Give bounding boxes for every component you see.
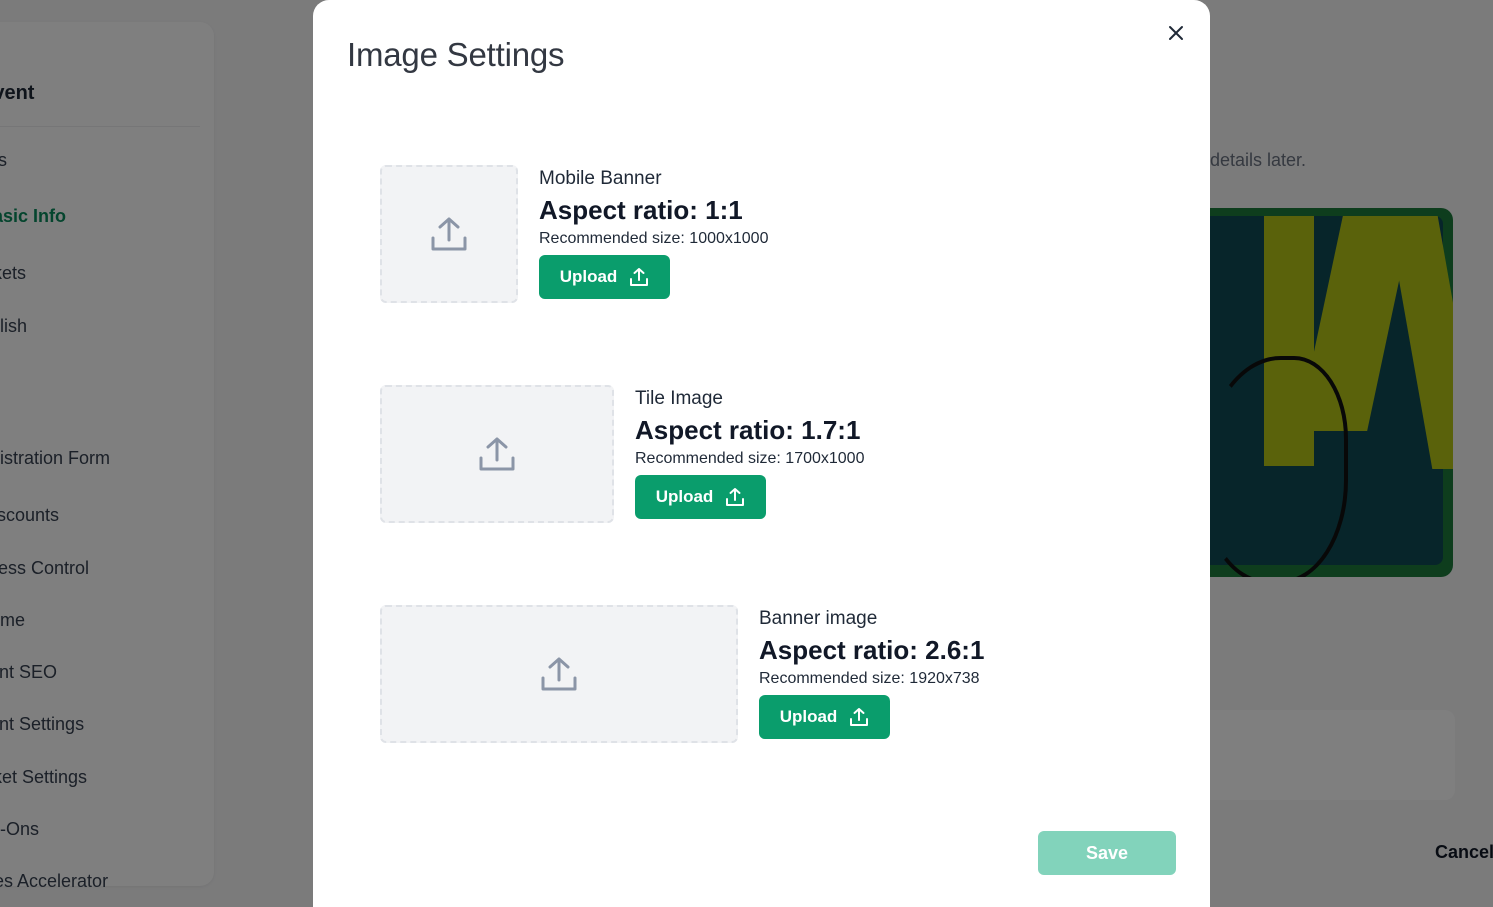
recommended-size: Recommended size: 1700x1000 xyxy=(635,450,865,467)
section-label: Tile Image xyxy=(635,388,723,409)
upload-icon xyxy=(630,268,649,286)
banner-image-dropzone[interactable] xyxy=(380,605,738,743)
section-label: Mobile Banner xyxy=(539,168,662,189)
mobile-banner-info: Mobile Banner Aspect ratio: 1:1 Recommen… xyxy=(539,168,768,299)
recommended-size: Recommended size: 1000x1000 xyxy=(539,230,769,247)
modal-title: Image Settings xyxy=(347,36,565,73)
upload-button-label: Upload xyxy=(779,707,838,726)
close-icon xyxy=(1169,26,1183,40)
upload-icon xyxy=(431,217,467,251)
upload-button-label: Upload xyxy=(655,487,714,506)
recommended-size: Recommended size: 1920x738 xyxy=(759,670,980,687)
tile-image-dropzone[interactable] xyxy=(380,385,614,523)
image-settings-modal: Image Settings Mobile Banner Aspect rati… xyxy=(313,0,1210,907)
close-button[interactable] xyxy=(1163,20,1189,46)
upload-icon xyxy=(541,657,577,691)
upload-icon xyxy=(479,437,515,471)
mobile-banner-dropzone[interactable] xyxy=(380,165,518,303)
aspect-ratio: Aspect ratio: 1.7:1 xyxy=(635,415,861,445)
banner-image-upload-button[interactable]: Upload xyxy=(759,695,890,739)
banner-image-info: Banner image Aspect ratio: 2.6:1 Recomme… xyxy=(759,608,984,739)
aspect-ratio: Aspect ratio: 2.6:1 xyxy=(759,635,985,665)
aspect-ratio: Aspect ratio: 1:1 xyxy=(539,195,743,225)
tile-image-upload-button[interactable]: Upload xyxy=(635,475,766,519)
upload-icon xyxy=(850,708,869,726)
tile-image-info: Tile Image Aspect ratio: 1.7:1 Recommend… xyxy=(635,388,864,519)
section-label: Banner image xyxy=(759,608,878,629)
upload-button-label: Upload xyxy=(559,267,618,286)
mobile-banner-upload-button[interactable]: Upload xyxy=(539,255,670,299)
upload-icon xyxy=(726,488,745,506)
save-button[interactable]: Save xyxy=(1038,831,1176,875)
